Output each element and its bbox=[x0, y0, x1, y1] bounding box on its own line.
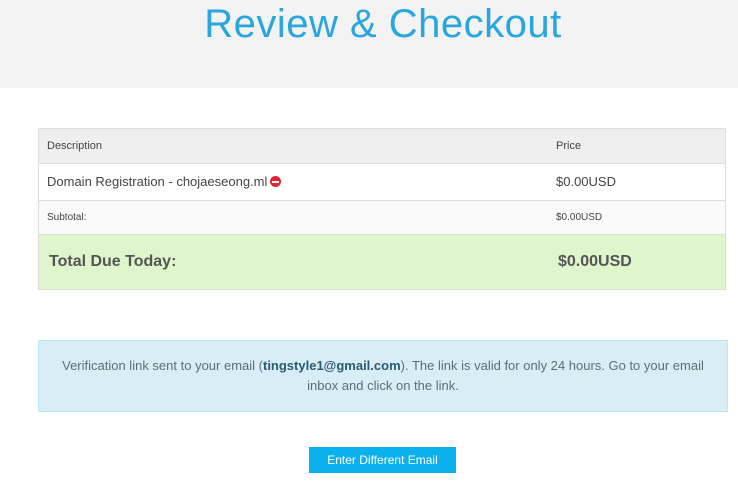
page-title: Review & Checkout bbox=[204, 2, 562, 46]
verification-notice: Verification link sent to your email (ti… bbox=[38, 340, 728, 412]
item-price: $0.00USD bbox=[556, 174, 616, 189]
subtotal-label: Subtotal: bbox=[47, 212, 87, 223]
column-header-description: Description bbox=[47, 140, 103, 152]
table-row: Domain Registration - chojaeseong.ml $0.… bbox=[39, 164, 725, 201]
notice-email: tingstyle1@gmail.com bbox=[262, 358, 401, 373]
order-summary-table: Description Price Domain Registration - … bbox=[38, 128, 726, 290]
enter-different-email-button[interactable]: Enter Different Email bbox=[309, 447, 456, 473]
table-header-row: Description Price bbox=[39, 129, 725, 164]
subtotal-value: $0.00USD bbox=[556, 212, 603, 223]
item-description: Domain Registration - chojaeseong.ml bbox=[47, 174, 268, 189]
subtotal-row: Subtotal: $0.00USD bbox=[39, 201, 725, 235]
total-due-label: Total Due Today: bbox=[49, 253, 177, 270]
total-due-value: $0.00USD bbox=[558, 253, 632, 270]
column-header-price: Price bbox=[556, 140, 582, 152]
item-description-cell: Domain Registration - chojaeseong.ml bbox=[47, 164, 282, 200]
remove-icon[interactable] bbox=[270, 176, 282, 187]
notice-text-before: Verification link sent to your email ( bbox=[62, 358, 263, 373]
total-due-row: Total Due Today: $0.00USD bbox=[39, 235, 725, 289]
page-header: Review & Checkout bbox=[0, 0, 738, 88]
